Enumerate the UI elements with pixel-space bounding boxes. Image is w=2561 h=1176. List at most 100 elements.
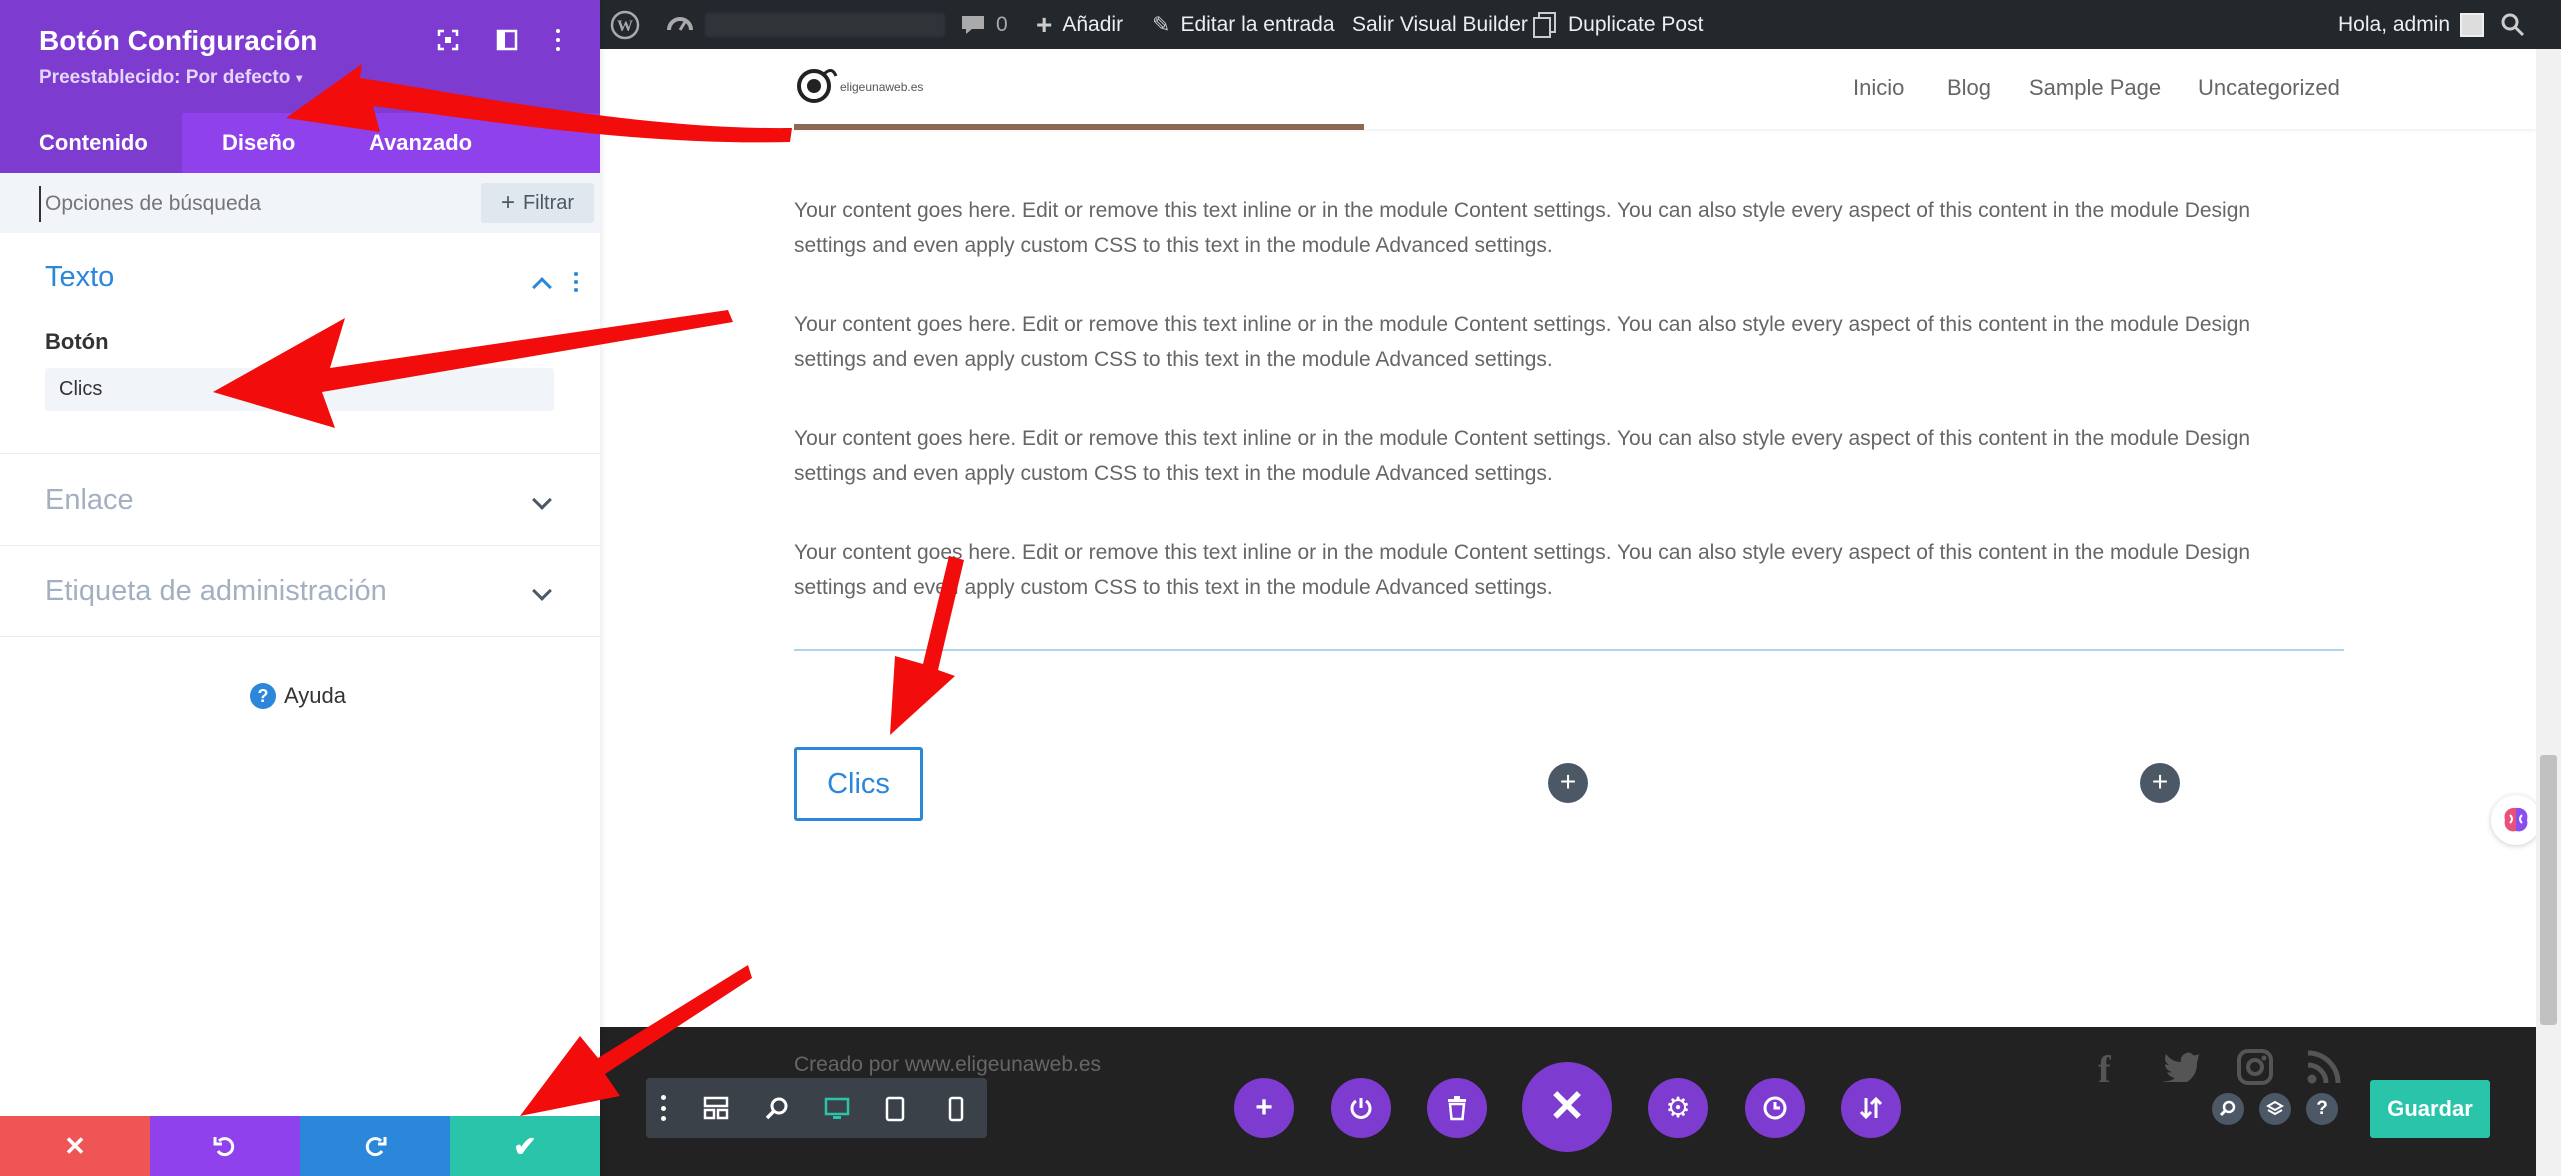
search-icon [2219, 1100, 2236, 1117]
tablet-view-icon[interactable] [884, 1095, 906, 1128]
duplicate-icon [1533, 11, 1556, 38]
tab-contenido[interactable]: Contenido [39, 113, 148, 173]
duplicate-post-link[interactable]: Duplicate Post [1532, 0, 1703, 49]
gear-icon: ⚙ [1665, 1092, 1691, 1123]
redo-button[interactable] [300, 1116, 450, 1176]
fullscreen-icon[interactable] [437, 29, 459, 56]
add-module-button[interactable]: + [1548, 763, 1588, 803]
text-module[interactable]: Your content goes here. Edit or remove t… [794, 421, 2344, 491]
undo-icon [213, 1137, 235, 1157]
divider [794, 649, 2344, 651]
greeting: Hola, admin [2338, 12, 2451, 36]
history-button[interactable] [1745, 1078, 1805, 1138]
scrollbar-thumb[interactable] [2540, 755, 2557, 1025]
add-label: Añadir [1062, 12, 1124, 36]
facebook-icon[interactable]: f [2098, 1048, 2111, 1092]
tab-diseno[interactable]: Diseño [222, 113, 295, 173]
text-module[interactable]: Your content goes here. Edit or remove t… [794, 535, 2344, 605]
help-link[interactable]: ? Ayuda [250, 683, 346, 709]
brain-extension-icon[interactable] [2491, 795, 2541, 845]
instagram-icon[interactable] [2236, 1048, 2274, 1091]
layers-button[interactable] [2259, 1093, 2291, 1125]
paragraph-line: Your content goes here. Edit or remove t… [794, 427, 2251, 450]
text-module[interactable]: Your content goes here. Edit or remove t… [794, 307, 2344, 377]
page-settings-button[interactable]: ⚙ [1648, 1078, 1708, 1138]
comments-count: 0 [996, 12, 1008, 36]
find-replace-button[interactable] [2212, 1093, 2244, 1125]
zoom-view-icon[interactable] [764, 1096, 790, 1127]
clear-layout-button[interactable] [1427, 1078, 1487, 1138]
section-title-texto[interactable]: Texto [45, 261, 114, 294]
clics-button-module[interactable]: Clics [794, 747, 923, 821]
add-new-link[interactable]: + Añadir [1036, 0, 1123, 49]
trash-icon [1448, 1096, 1466, 1121]
layers-icon [2266, 1100, 2284, 1116]
dock-panel-icon[interactable] [496, 29, 518, 56]
site-logo[interactable]: eligeunaweb.es [796, 64, 923, 110]
add-module-button[interactable]: + [2140, 763, 2180, 803]
portability-button[interactable] [1841, 1078, 1901, 1138]
preset-selector[interactable]: Preestablecido: Por defecto ▾ [39, 67, 302, 89]
tab-avanzado[interactable]: Avanzado [369, 113, 472, 173]
paragraph-line: Your content goes here. Edit or remove t… [794, 313, 2251, 336]
exit-visual-builder-link[interactable]: Salir Visual Builder [1352, 0, 1528, 49]
help-circle-icon: ? [250, 683, 276, 709]
panel-menu-dots-icon[interactable] [553, 29, 563, 51]
twitter-icon[interactable] [2163, 1050, 2201, 1087]
caret-down-icon: ▾ [296, 71, 303, 85]
filter-button[interactable]: + Filtrar [481, 183, 594, 223]
wordpress-logo-icon[interactable]: W [610, 0, 640, 49]
comment-bubble-icon [962, 15, 984, 34]
disable-builder-button[interactable] [1331, 1078, 1391, 1138]
dashboard-gauge-icon[interactable] [666, 0, 694, 49]
builder-view-bar [646, 1078, 987, 1138]
search-options-input[interactable] [39, 186, 459, 222]
text-module[interactable]: Your content goes here. Edit or remove t… [794, 193, 2344, 263]
save-changes-button[interactable]: ✔ [450, 1116, 600, 1176]
section-divider [0, 636, 600, 637]
clics-button-label: Clics [827, 767, 890, 800]
avatar [2460, 12, 2485, 37]
add-section-button[interactable]: + [1234, 1078, 1294, 1138]
question-icon: ? [2316, 1098, 2328, 1119]
section-divider [0, 545, 600, 546]
builder-menu-dots-icon[interactable] [658, 1095, 668, 1121]
logo-text: eligeunaweb.es [840, 80, 924, 94]
clock-icon [1763, 1096, 1787, 1120]
nav-uncategorized[interactable]: Uncategorized [2198, 75, 2340, 101]
header-image-strip [794, 124, 1364, 130]
nav-blog[interactable]: Blog [1947, 75, 1991, 101]
power-icon [1350, 1098, 1372, 1119]
comments-link[interactable]: 0 [960, 0, 1008, 49]
site-name-blurred[interactable] [705, 0, 945, 49]
button-text-value: Clics [59, 378, 103, 400]
redo-icon [365, 1137, 387, 1157]
section-menu-dots-icon[interactable] [573, 272, 579, 292]
save-button[interactable]: Guardar [2370, 1080, 2490, 1138]
plus-icon: + [1255, 1091, 1273, 1124]
checkmark-icon: ✔ [513, 1130, 537, 1162]
account-menu[interactable]: Hola, admin [2338, 0, 2485, 49]
close-builder-settings-button[interactable]: ✕ [1522, 1062, 1612, 1152]
discard-button[interactable]: ✕ [0, 1116, 150, 1176]
paragraph-line: settings and even apply custom CSS to th… [794, 234, 1553, 257]
nav-inicio[interactable]: Inicio [1853, 75, 1904, 101]
desktop-view-icon[interactable] [823, 1097, 851, 1126]
edit-entry-label: Editar la entrada [1180, 12, 1335, 36]
button-text-input[interactable]: Clics [45, 368, 554, 411]
search-icon[interactable] [2500, 0, 2526, 49]
filter-label: Filtrar [522, 191, 575, 214]
phone-view-icon[interactable] [948, 1095, 964, 1128]
duplicate-label: Duplicate Post [1568, 12, 1704, 36]
panel-title: Botón Configuración [39, 25, 318, 56]
edit-entry-link[interactable]: ✎ Editar la entrada [1152, 0, 1335, 49]
paragraph-line: Your content goes here. Edit or remove t… [794, 199, 2251, 222]
section-title-admin-label[interactable]: Etiqueta de administración [45, 575, 387, 608]
section-title-enlace[interactable]: Enlace [45, 484, 134, 517]
wireframe-view-icon[interactable] [703, 1096, 729, 1125]
nav-sample-page[interactable]: Sample Page [2029, 75, 2161, 101]
rss-icon[interactable] [2305, 1048, 2343, 1091]
help-button[interactable]: ? [2306, 1093, 2338, 1125]
undo-button[interactable] [150, 1116, 300, 1176]
plus-icon: + [500, 189, 515, 216]
